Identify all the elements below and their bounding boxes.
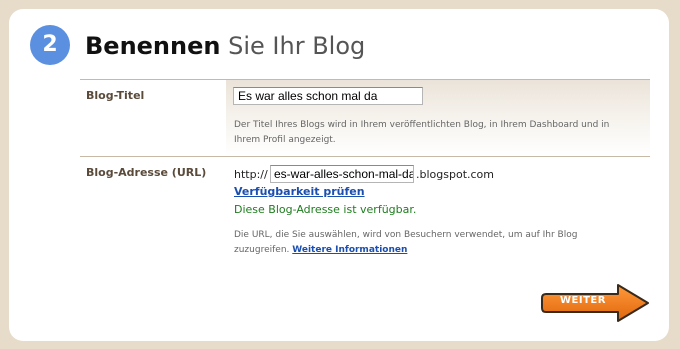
divider-middle (80, 156, 650, 157)
blog-address-input[interactable]: es-war-alles-schon-mal-da (270, 165, 414, 183)
blog-title-label: Blog-Titel (86, 89, 145, 102)
blog-title-help-line1: Der Titel Ihres Blogs wird in Ihrem verö… (234, 120, 610, 130)
blog-address-label: Blog-Adresse (URL) (86, 166, 207, 179)
page-title-light: Sie Ihr Blog (228, 32, 366, 60)
blog-address-help-line2-text: zuzugreifen. (234, 245, 290, 255)
blog-address-help-line1: Die URL, die Sie auswählen, wird von Bes… (234, 230, 578, 240)
blog-address-help: Die URL, die Sie auswählen, wird von Bes… (234, 228, 577, 258)
blog-address-help-line2: zuzugreifen. Weitere Informationen (234, 243, 577, 258)
page-title: Benennen Sie Ihr Blog (85, 30, 365, 62)
more-info-link[interactable]: Weitere Informationen (292, 245, 407, 255)
blog-title-help-line2: Ihrem Profil angezeigt. (234, 135, 336, 145)
check-availability-link[interactable]: Verfügbarkeit prüfen (234, 185, 365, 198)
url-suffix: .blogspot.com (416, 168, 494, 181)
url-prefix: http:// (234, 168, 268, 181)
next-button-label: WEITER (560, 295, 606, 306)
page-title-bold: Benennen (85, 32, 221, 60)
blog-title-input[interactable]: Es war alles schon mal da (233, 87, 423, 105)
blog-title-help: Der Titel Ihres Blogs wird in Ihrem verö… (234, 118, 609, 148)
next-button[interactable]: WEITER (540, 282, 652, 324)
step-number-badge: 2 (30, 25, 70, 65)
availability-status: Diese Blog-Adresse ist verfügbar. (234, 203, 417, 216)
